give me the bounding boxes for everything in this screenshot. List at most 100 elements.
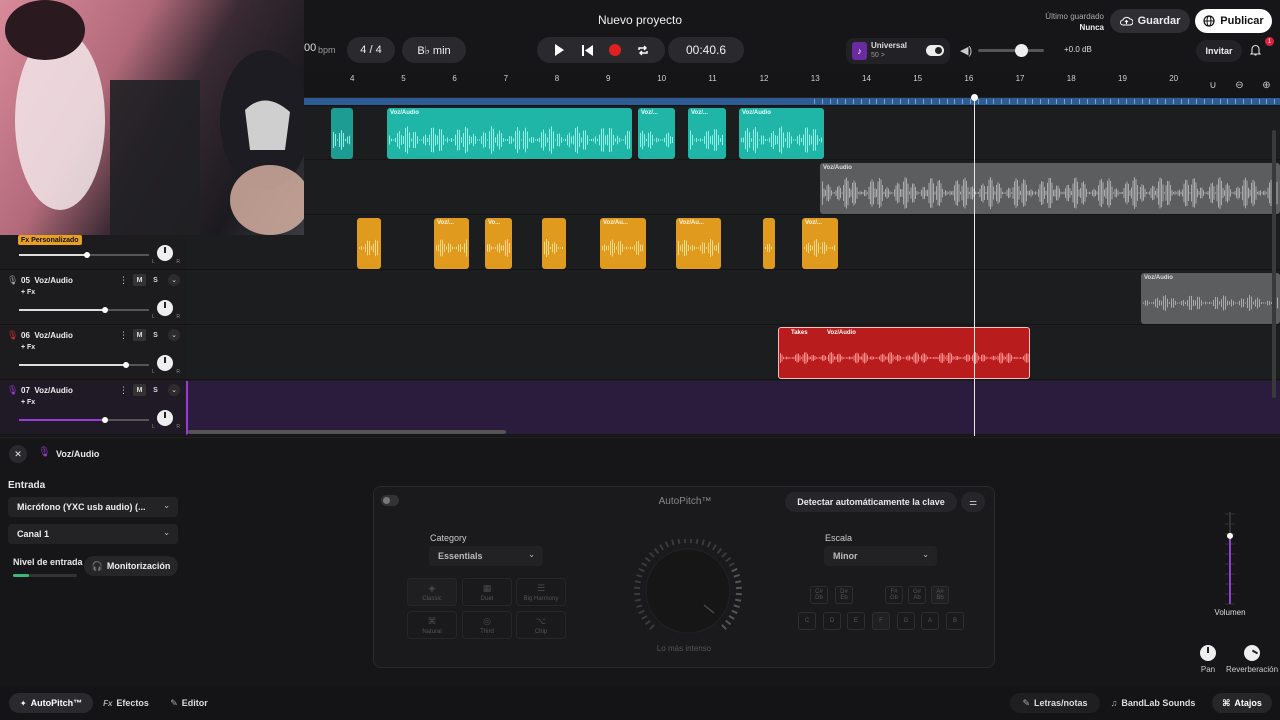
- add-fx-button[interactable]: + Fx: [21, 344, 35, 351]
- input-label: Entrada: [8, 480, 46, 491]
- playhead-line[interactable]: [974, 96, 975, 436]
- classic-icon: ◈: [428, 583, 436, 593]
- key-c[interactable]: C: [798, 612, 816, 630]
- duet-icon: ▦: [482, 583, 492, 593]
- key-d[interactable]: D: [823, 612, 841, 630]
- key-g-sharp[interactable]: G# Ab: [908, 586, 926, 604]
- solo-button[interactable]: S: [149, 384, 162, 396]
- reverb-label: Reverberación: [1225, 665, 1279, 674]
- pan-knob[interactable]: [1200, 645, 1216, 661]
- preset-big-harmony[interactable]: ☰ Big Harmony: [516, 578, 566, 606]
- microphone-icon: 🎙: [7, 330, 19, 340]
- preset-third[interactable]: ◎ Third: [462, 611, 512, 639]
- volume-knob[interactable]: [123, 362, 129, 368]
- chevron-down-icon[interactable]: ⌄: [168, 329, 180, 341]
- sliders-icon[interactable]: ⚌: [961, 492, 985, 512]
- key-g[interactable]: G: [897, 612, 915, 630]
- key-f[interactable]: F: [872, 612, 890, 630]
- key-d-sharp[interactable]: D# Eb: [835, 586, 853, 604]
- detect-key-button[interactable]: Detectar automáticamente la clave: [785, 492, 957, 512]
- chevron-down-icon: ⌄: [163, 528, 170, 537]
- solo-button[interactable]: S: [149, 329, 162, 341]
- volume-fill: [19, 309, 105, 311]
- tab-autopitch[interactable]: ✦ AutoPitch™: [9, 693, 93, 713]
- pan-lr: LR: [152, 314, 180, 320]
- volume-knob[interactable]: [84, 252, 90, 258]
- intensity-dial[interactable]: [632, 539, 744, 643]
- close-icon[interactable]: ✕: [9, 445, 27, 463]
- pan-lr: LR: [152, 369, 180, 375]
- autopitch-toggle[interactable]: [381, 495, 399, 506]
- natural-icon: ⌘: [427, 616, 437, 626]
- volume-slider[interactable]: [19, 307, 149, 313]
- add-fx-button[interactable]: + Fx: [21, 399, 35, 406]
- monitoring-label: Monitorización: [106, 561, 171, 571]
- key-b[interactable]: B: [946, 612, 964, 630]
- key-c-sharp[interactable]: C# Db: [810, 586, 828, 604]
- volume-slider[interactable]: [19, 362, 149, 368]
- add-fx-button[interactable]: + Fx: [21, 289, 35, 296]
- chevron-down-icon[interactable]: ⌄: [168, 384, 180, 396]
- preset-natural[interactable]: ⌘ Natural: [407, 611, 457, 639]
- more-options-icon[interactable]: ⋮: [119, 330, 128, 341]
- sparkle-icon: ✦: [19, 698, 27, 708]
- pencil-icon: ✎: [1022, 697, 1030, 708]
- volume-fill: [19, 364, 126, 366]
- monitoring-button[interactable]: 🎧 Monitorización: [84, 556, 178, 576]
- lyrics-button[interactable]: ✎ Letras/notas: [1010, 693, 1100, 713]
- more-options-icon[interactable]: ⋮: [119, 385, 128, 396]
- preset-chip[interactable]: ⌥ Chip: [516, 611, 566, 639]
- fx-custom-tag[interactable]: Fx Personalizado: [18, 235, 82, 245]
- channel-value: Canal 1: [17, 529, 50, 539]
- key-a[interactable]: A: [921, 612, 939, 630]
- fx-icon: Fx: [103, 698, 113, 708]
- track-volume-fader[interactable]: [1213, 510, 1247, 606]
- horizontal-scrollbar[interactable]: [188, 430, 506, 434]
- volume-knob[interactable]: [102, 417, 108, 423]
- preset-classic[interactable]: ◈ Classic: [407, 578, 457, 606]
- key-e[interactable]: E: [847, 612, 865, 630]
- volume-fill: [19, 419, 105, 421]
- channel-select[interactable]: Canal 1 ⌄: [8, 524, 178, 544]
- volume-fill: [19, 254, 87, 256]
- input-level-label: Nivel de entrada: [13, 557, 83, 567]
- third-icon: ◎: [483, 616, 491, 626]
- mute-button[interactable]: M: [133, 329, 146, 341]
- microphone-icon: 🎙: [7, 385, 19, 395]
- mute-button[interactable]: M: [133, 274, 146, 286]
- track-header-07[interactable]: 🎙 07 Voz/Audio ⋮ M S ⌄ + Fx LR: [0, 381, 186, 435]
- chip-icon: ⌥: [535, 616, 547, 626]
- vertical-scrollbar[interactable]: [1272, 130, 1276, 398]
- chevron-down-icon: ⌄: [528, 550, 535, 559]
- category-select[interactable]: Essentials ⌄: [429, 546, 543, 566]
- bandlab-sounds-button[interactable]: ♫ BandLab Sounds: [1105, 693, 1201, 713]
- chevron-down-icon: ⌄: [163, 501, 170, 510]
- chevron-down-icon[interactable]: ⌄: [168, 274, 180, 286]
- input-level-fill: [13, 574, 29, 577]
- mute-button[interactable]: M: [133, 384, 146, 396]
- pan-label: Pan: [1200, 665, 1216, 674]
- preset-duet[interactable]: ▦ Duet: [462, 578, 512, 606]
- volume-slider[interactable]: [19, 417, 149, 423]
- input-device-select[interactable]: Micrófono (YXC usb audio) (... ⌄: [8, 497, 178, 517]
- solo-button[interactable]: S: [149, 274, 162, 286]
- scale-select[interactable]: Minor ⌄: [824, 546, 937, 566]
- panel-track-title: Voz/Audio: [56, 449, 100, 459]
- tab-editor[interactable]: ✎ Editor: [162, 693, 216, 713]
- tab-effects[interactable]: Fx Efectos: [98, 693, 154, 713]
- shortcuts-button[interactable]: ⌘ Atajos: [1212, 693, 1272, 713]
- playhead-handle[interactable]: [971, 94, 978, 101]
- headphones-icon: 🎧: [91, 560, 103, 571]
- big-harmony-icon: ☰: [536, 583, 546, 593]
- track-name: 05 Voz/Audio: [21, 276, 73, 285]
- key-f-sharp[interactable]: F# Gb: [885, 586, 903, 604]
- volume-slider[interactable]: [19, 252, 149, 258]
- key-a-sharp[interactable]: A# Bb: [931, 586, 949, 604]
- track-header-05[interactable]: 🎙 05 Voz/Audio ⋮ M S ⌄ + Fx LR: [0, 271, 186, 325]
- reverb-knob[interactable]: [1244, 645, 1260, 661]
- track-header-06[interactable]: 🎙 06 Voz/Audio ⋮ M S ⌄ + Fx LR: [0, 326, 186, 380]
- more-options-icon[interactable]: ⋮: [119, 275, 128, 286]
- microphone-icon: 🎙: [7, 275, 19, 285]
- pan-lr: LR: [152, 424, 180, 430]
- volume-knob[interactable]: [102, 307, 108, 313]
